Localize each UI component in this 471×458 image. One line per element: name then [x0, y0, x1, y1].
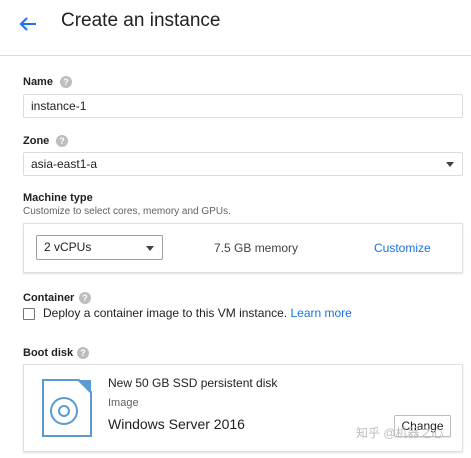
arrow-back-icon [19, 17, 36, 31]
container-checkbox-text: Deploy a container image to this VM inst… [43, 306, 288, 320]
learn-more-link[interactable]: Learn more [290, 306, 351, 320]
page-title: Create an instance [61, 10, 221, 31]
name-label: Name [23, 76, 53, 88]
zone-dropdown-caret-icon [446, 162, 454, 167]
image-value: Windows Server 2016 [108, 416, 245, 432]
container-checkbox-label: Deploy a container image to this VM inst… [43, 306, 352, 320]
container-help-icon[interactable]: ? [79, 292, 91, 304]
boot-disk-label: Boot disk [23, 347, 74, 359]
boot-disk-help-icon[interactable]: ? [77, 347, 89, 359]
back-button[interactable] [14, 10, 42, 38]
header-bar: Create an instance [0, 0, 471, 56]
name-help-icon[interactable]: ? [60, 76, 72, 88]
zone-help-icon[interactable]: ? [56, 135, 68, 147]
disk-image-icon [42, 379, 92, 437]
memory-text: 7.5 GB memory [214, 241, 299, 255]
machine-type-card: 2 vCPUs 7.5 GB memory Customize [23, 223, 463, 273]
container-checkbox[interactable] [23, 308, 35, 320]
container-label: Container [23, 292, 75, 304]
machine-type-description: Customize to select cores, memory and GP… [23, 206, 231, 217]
watermark-text: 知乎 @机器之心 [356, 426, 444, 440]
name-input[interactable]: instance-1 [23, 94, 463, 118]
customize-link[interactable]: Customize [374, 241, 431, 255]
cpu-dropdown-caret-icon [146, 246, 154, 251]
machine-type-label: Machine type [23, 192, 93, 204]
cpu-select-value: 2 vCPUs [44, 240, 92, 254]
image-label: Image [108, 397, 139, 409]
zone-select[interactable]: asia-east1-a [23, 152, 463, 176]
disk-description: New 50 GB SSD persistent disk [108, 376, 278, 390]
zone-label: Zone [23, 135, 50, 147]
cpu-select[interactable]: 2 vCPUs [36, 235, 163, 260]
